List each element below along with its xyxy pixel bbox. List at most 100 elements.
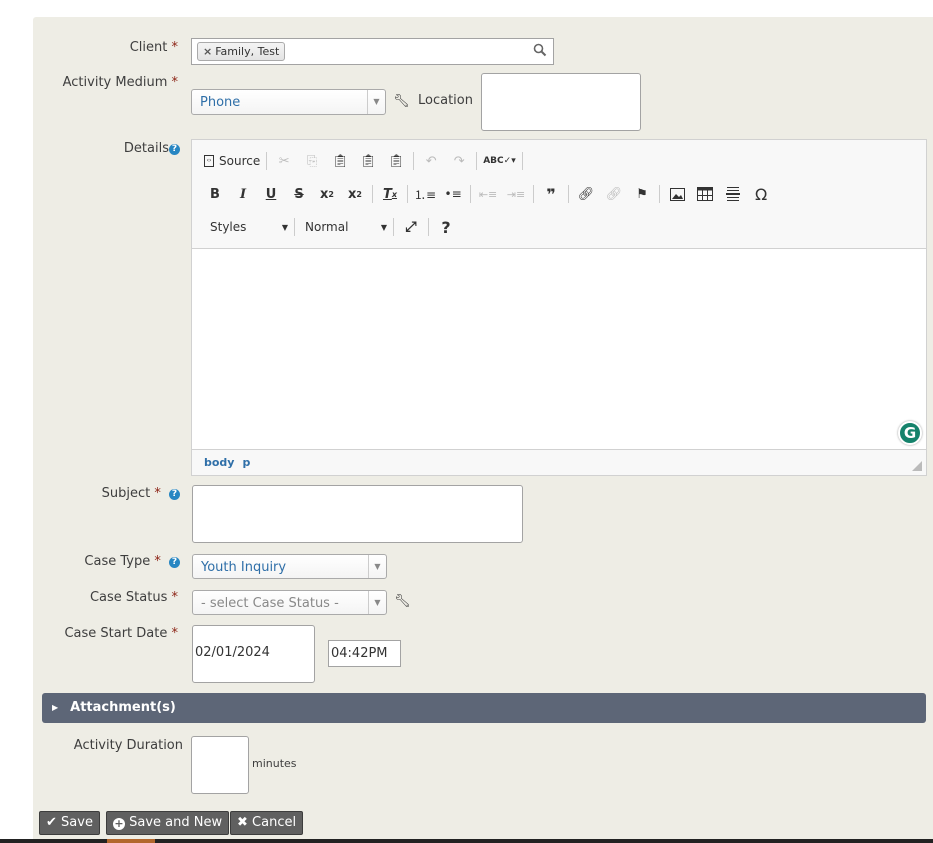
client-tag: × Family, Test — [197, 42, 286, 61]
bottom-bar — [0, 839, 933, 843]
underline-icon[interactable]: U — [260, 183, 282, 205]
attachments-accordion[interactable]: ▶ Attachment(s) — [42, 693, 926, 723]
subject-field[interactable] — [192, 485, 523, 543]
location-field[interactable] — [481, 73, 641, 131]
italic-icon[interactable]: I — [232, 183, 254, 205]
case-start-date-field[interactable]: 02/01/2024 — [192, 625, 315, 683]
outdent-icon[interactable]: ⇤≡ — [477, 183, 499, 205]
case-type-select[interactable]: Youth Inquiry ▼ — [192, 554, 387, 579]
toolbar-separator — [428, 218, 429, 236]
horizontal-rule-icon[interactable] — [722, 183, 744, 205]
undo-icon[interactable]: ↶ — [420, 150, 442, 172]
case-type-label: Case Type * ? — [60, 554, 180, 569]
client-field[interactable]: × Family, Test — [191, 38, 554, 65]
source-button[interactable]: ‹› Source — [204, 150, 260, 172]
case-status-select[interactable]: - select Case Status - ▼ — [192, 590, 387, 615]
chevron-down-icon: ▼ — [368, 555, 386, 578]
bottom-bar-accent — [107, 839, 155, 843]
styles-label: Styles — [210, 220, 247, 234]
save-and-new-label: Save and New — [129, 815, 223, 830]
source-label: Source — [219, 154, 261, 168]
source-icon: ‹› — [204, 155, 214, 167]
toolbar-separator — [521, 152, 523, 170]
location-label: Location — [418, 93, 473, 108]
image-icon[interactable] — [666, 183, 688, 205]
save-button[interactable]: ✔ Save — [39, 811, 100, 835]
bold-icon[interactable]: B — [204, 183, 226, 205]
caret-right-icon: ▶ — [52, 703, 59, 712]
wrench-icon[interactable]: 🔧︎ — [394, 594, 411, 609]
anchor-flag-icon[interactable]: ⚑ — [631, 183, 653, 205]
case-status-label: Case Status * — [89, 590, 178, 605]
toolbar-separator — [470, 185, 472, 203]
rich-text-editor: ‹› Source ✂ ⎘ 📋︎ 📋︎ 📋︎ ↶ ↷ ABC✓▾ B I U S … — [191, 139, 927, 476]
check-icon: ✔ — [46, 815, 57, 830]
toolbar-separator — [266, 152, 268, 170]
toolbar-separator — [659, 185, 661, 203]
toolbar-separator — [407, 185, 408, 203]
editor-content-area[interactable]: G — [192, 248, 926, 450]
spellcheck-icon[interactable]: ABC✓▾ — [483, 150, 516, 172]
strikethrough-icon[interactable]: S — [288, 183, 310, 205]
help-question-icon[interactable]: ? — [435, 216, 457, 238]
redo-icon[interactable]: ↷ — [448, 150, 470, 172]
help-icon[interactable]: ? — [169, 557, 180, 568]
toolbar-separator — [393, 218, 394, 236]
help-icon[interactable]: ? — [169, 144, 180, 155]
subscript-icon[interactable]: x2 — [316, 183, 338, 205]
toolbar-separator — [372, 185, 373, 203]
format-dropdown[interactable]: Normal ▼ — [301, 220, 387, 234]
help-icon[interactable]: ? — [169, 489, 180, 500]
case-start-time-field[interactable]: 04:42PM — [328, 640, 401, 667]
blockquote-icon[interactable]: ❞ — [540, 183, 562, 205]
client-tag-label: Family, Test — [215, 45, 280, 58]
subject-label: Subject * ? — [80, 486, 180, 501]
path-item-p[interactable]: p — [242, 456, 250, 469]
client-label: Client * — [129, 40, 178, 55]
date-value: 02/01/2024 — [195, 645, 270, 660]
editor-toolbar-row-3: Styles ▼ Normal ▼ ⤢ ? — [204, 215, 463, 239]
paste-text-icon[interactable]: 📋︎ — [357, 150, 379, 172]
maximize-icon[interactable]: ⤢ — [400, 216, 422, 238]
editor-toolbar-row-1: ‹› Source ✂ ⎘ 📋︎ 📋︎ 📋︎ ↶ ↷ ABC✓▾ — [204, 149, 529, 173]
bulleted-list-icon[interactable]: •≡ — [442, 183, 464, 205]
activity-duration-field[interactable] — [191, 736, 249, 794]
wrench-icon[interactable]: 🔧︎ — [393, 94, 410, 109]
table-icon[interactable] — [694, 183, 716, 205]
chevron-down-icon: ▼ — [367, 90, 385, 114]
search-icon[interactable] — [533, 43, 547, 57]
details-label: Details? — [100, 141, 180, 156]
unlink-icon[interactable]: 🔗︎ — [603, 183, 625, 205]
link-icon[interactable]: 🔗︎ — [575, 183, 597, 205]
case-start-date-label: Case Start Date * — [64, 626, 178, 641]
case-type-value: Youth Inquiry — [201, 560, 287, 575]
paste-word-icon[interactable]: 📋︎ — [385, 150, 407, 172]
cancel-label: Cancel — [252, 815, 297, 830]
remove-format-icon[interactable]: Tx — [379, 183, 401, 205]
toolbar-separator — [533, 185, 535, 203]
chevron-down-icon: ▼ — [368, 591, 386, 614]
activity-duration-label: Activity Duration — [73, 738, 183, 753]
case-status-placeholder: - select Case Status - — [201, 596, 339, 611]
paste-icon[interactable]: 📋︎ — [329, 150, 351, 172]
cancel-button[interactable]: ✖ Cancel — [230, 811, 304, 835]
activity-medium-select[interactable]: Phone ▼ — [191, 89, 386, 115]
activity-medium-value: Phone — [200, 95, 241, 110]
attachments-label: Attachment(s) — [70, 700, 176, 715]
copy-icon[interactable]: ⎘ — [301, 150, 323, 172]
chevron-down-icon: ▼ — [281, 222, 288, 232]
resize-handle[interactable] — [912, 461, 922, 471]
indent-icon[interactable]: ⇥≡ — [505, 183, 527, 205]
superscript-icon[interactable]: x2 — [344, 183, 366, 205]
grammarly-icon[interactable]: G — [898, 421, 922, 445]
numbered-list-icon[interactable]: ⒈≡ — [414, 183, 436, 205]
remove-tag-icon[interactable]: × — [203, 45, 212, 58]
toolbar-separator — [413, 152, 415, 170]
element-path: body p — [204, 456, 258, 469]
plus-circle-icon: + — [113, 817, 125, 830]
styles-dropdown[interactable]: Styles ▼ — [204, 220, 288, 234]
save-and-new-button[interactable]: + Save and New — [106, 811, 230, 835]
special-character-icon[interactable]: Ω — [750, 183, 772, 205]
path-item-body[interactable]: body — [204, 456, 234, 469]
cut-icon[interactable]: ✂ — [273, 150, 295, 172]
